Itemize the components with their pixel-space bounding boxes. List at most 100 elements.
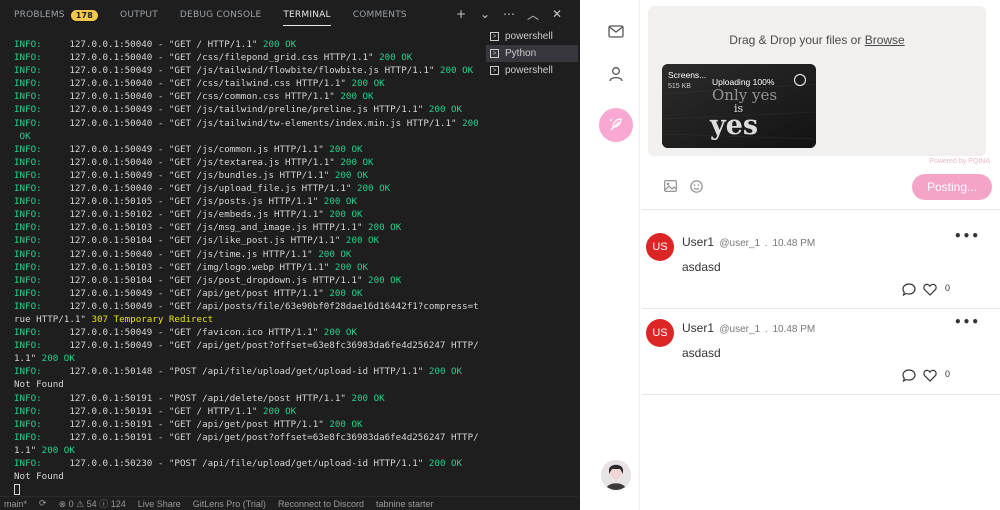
terminal-item-python[interactable]: > Python [486, 45, 578, 62]
browse-link[interactable]: Browse [865, 33, 905, 47]
log-text: 127.0.0.1:50040 - "GET /js/upload_file.j… [41, 183, 357, 195]
post-card: US User1 @user_1 . 10.48 PM ••• asdasd 0 [642, 309, 1000, 395]
post-text: asdasd [682, 260, 721, 274]
post-menu-icon[interactable]: ••• [954, 229, 980, 243]
emoji-icon[interactable] [688, 178, 704, 194]
terminal-line: INFO: 127.0.0.1:50049 - "GET /js/common.… [14, 143, 484, 156]
mail-icon[interactable] [606, 21, 626, 41]
terminal-line: INFO: 127.0.0.1:50103 - "GET /js/msg_and… [14, 221, 484, 234]
terminal-line: INFO: 127.0.0.1:50040 - "GET /css/filepo… [14, 51, 484, 64]
panel-actions: + ⌄ ⋯ ︿ ✕ [454, 6, 564, 22]
problems-status[interactable]: ⊗ 0 ⚠ 54 ⓘ 124 [59, 497, 126, 510]
terminal-line: INFO: 127.0.0.1:50040 - "GET /js/upload_… [14, 182, 484, 195]
powered-by-label[interactable]: Powered by PQINA [929, 158, 990, 165]
log-text: 127.0.0.1:50049 - "GET /api/get/post HTT… [41, 287, 330, 299]
log-status: 200 OK [329, 209, 363, 221]
post-menu-icon[interactable]: ••• [954, 315, 980, 329]
log-text: 127.0.0.1:50040 - "GET /js/tailwind/tw-e… [41, 117, 463, 129]
thumbnail-word-3: yes [710, 110, 759, 141]
log-status: 200 OK [428, 366, 463, 378]
chevron-up-icon[interactable]: ︿ [526, 6, 540, 22]
like-icon[interactable] [922, 282, 938, 296]
log-level: INFO: [14, 183, 42, 195]
terminal-line: INFO: 127.0.0.1:50148 - "POST /api/file/… [14, 365, 484, 378]
terminal-item-powershell-1[interactable]: > powershell [486, 28, 578, 45]
log-status: 200 OK [356, 183, 391, 195]
log-status: 200 OK [368, 222, 402, 234]
tab-problems[interactable]: PROBLEMS 178 [14, 0, 99, 30]
author-name[interactable]: User1 [682, 321, 714, 335]
profile-avatar[interactable] [601, 460, 631, 490]
file-dropzone[interactable]: Drag & Drop your files or Browse Only ye… [648, 6, 986, 156]
git-branch-status[interactable]: main* [4, 499, 27, 509]
log-text: 1.1" [14, 353, 42, 365]
log-status: 200 OK [41, 353, 75, 365]
more-icon[interactable]: ⋯ [502, 6, 516, 22]
log-status: 200 OK [428, 458, 463, 469]
log-status: 200 OK [262, 405, 297, 417]
log-status: 200 OK [323, 327, 357, 339]
tabnine-status[interactable]: tabnine starter [376, 499, 434, 509]
log-level: INFO: [14, 117, 42, 129]
upload-filename: Screens... [668, 70, 707, 80]
terminal-line: INFO: 127.0.0.1:50230 - "POST /api/file/… [14, 457, 484, 470]
log-status: OK [19, 130, 31, 142]
log-text: 127.0.0.1:50230 - "POST /api/file/upload… [41, 458, 429, 469]
like-count: 0 [945, 283, 951, 293]
log-text: 127.0.0.1:50049 - "GET /api/posts/file/6… [41, 300, 479, 312]
log-level: INFO: [14, 143, 42, 155]
avatar[interactable]: US [646, 319, 674, 347]
terminal-line: INFO: 127.0.0.1:50102 - "GET /js/embeds.… [14, 208, 484, 221]
comment-icon[interactable] [901, 282, 917, 296]
avatar[interactable]: US [646, 233, 674, 261]
gitlens-status[interactable]: GitLens Pro (Trial) [193, 499, 266, 509]
comment-icon[interactable] [901, 368, 917, 382]
compose-button[interactable] [599, 108, 633, 142]
post-time: 10.48 PM [772, 324, 816, 335]
log-status: 200 OK [439, 65, 474, 77]
new-terminal-icon[interactable]: + [454, 6, 468, 22]
log-text: 127.0.0.1:50040 - "GET /js/time.js HTTP/… [41, 248, 319, 260]
live-share-status[interactable]: Live Share [138, 499, 181, 509]
terminal-line: INFO: 127.0.0.1:50191 - "GET /api/get/po… [14, 418, 484, 431]
chevron-down-icon[interactable]: ⌄ [478, 6, 492, 22]
like-count: 0 [945, 369, 951, 379]
terminal-icon: > [490, 32, 499, 41]
log-status: 200 OK [351, 78, 385, 90]
tab-output[interactable]: OUTPUT [120, 0, 158, 30]
discord-status[interactable]: Reconnect to Discord [278, 499, 364, 509]
log-status: 200 OK [334, 169, 369, 181]
log-text: 127.0.0.1:50040 - "GET / HTTP/1.1" [41, 39, 263, 50]
terminal-line: INFO: 127.0.0.1:50105 - "GET /js/posts.j… [14, 195, 484, 208]
log-text: 127.0.0.1:50103 - "GET /js/msg_and_image… [41, 222, 369, 234]
log-text: 127.0.0.1:50191 - "GET /api/get/post?off… [41, 431, 479, 443]
terminal-line: INFO: 127.0.0.1:50104 - "GET /js/post_dr… [14, 274, 484, 287]
author-name[interactable]: User1 [682, 235, 714, 249]
log-level: INFO: [14, 366, 42, 378]
terminal-line: INFO: 127.0.0.1:50040 - "GET / HTTP/1.1"… [14, 38, 484, 51]
close-icon[interactable]: ✕ [550, 6, 564, 22]
terminal-item-powershell-2[interactable]: > powershell [486, 62, 578, 79]
tab-comments[interactable]: COMMENTS [353, 0, 407, 30]
post-button[interactable]: Posting... [912, 174, 992, 200]
tab-debug-console[interactable]: DEBUG CONSOLE [180, 0, 261, 30]
log-status: 200 OK [351, 392, 385, 404]
user-icon[interactable] [606, 64, 626, 84]
post-card: US User1 @user_1 . 10.48 PM ••• asdasd 0 [642, 223, 1000, 309]
terminal-line: INFO: 127.0.0.1:50191 - "GET / HTTP/1.1"… [14, 405, 484, 418]
like-icon[interactable] [922, 368, 938, 382]
image-icon[interactable] [662, 178, 678, 194]
log-level: INFO: [14, 340, 42, 352]
upload-cancel-icon[interactable] [794, 74, 806, 86]
log-level: INFO: [14, 327, 42, 339]
terminal-line: INFO: 127.0.0.1:50049 - "GET /favicon.ic… [14, 326, 484, 339]
terminal-output[interactable]: INFO: 127.0.0.1:50040 - "GET / HTTP/1.1"… [14, 38, 484, 496]
post-author: User1 @user_1 . 10.48 PM [682, 321, 816, 335]
log-level: INFO: [14, 156, 42, 168]
log-level: INFO: [14, 169, 42, 181]
log-level: INFO: [14, 392, 42, 404]
thumbnail-word-1: Only yes [712, 86, 778, 104]
tab-terminal[interactable]: TERMINAL [283, 0, 332, 30]
sync-icon[interactable]: ⟳ [39, 498, 47, 509]
web-app: Drag & Drop your files or Browse Only ye… [580, 0, 1000, 510]
